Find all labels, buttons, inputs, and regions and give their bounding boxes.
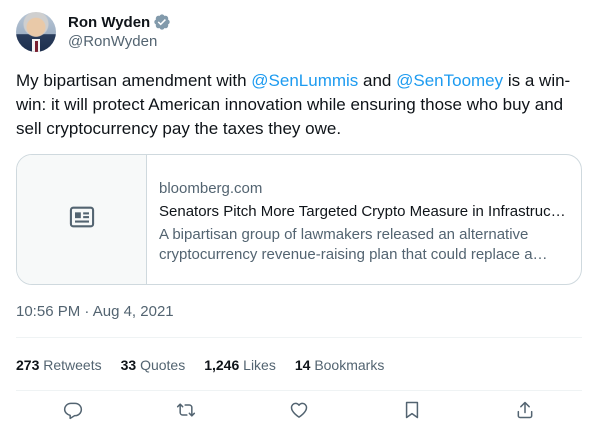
retweets-label: Retweets bbox=[43, 357, 102, 373]
reply-button[interactable] bbox=[62, 401, 84, 423]
article-icon bbox=[68, 203, 96, 236]
tweet-text-part: My bipartisan amendment with bbox=[16, 71, 252, 90]
bookmarks-label: Bookmarks bbox=[314, 357, 385, 373]
mention-link[interactable]: @SenToomey bbox=[396, 71, 503, 90]
tweet-text: My bipartisan amendment with @SenLummis … bbox=[16, 69, 582, 141]
tweet-text-part: and bbox=[358, 71, 397, 90]
likes-label: Likes bbox=[243, 357, 276, 373]
engagement-stats: 273 Retweets 33 Quotes 1,246 Likes 14 Bo… bbox=[16, 355, 403, 375]
avatar[interactable] bbox=[16, 12, 56, 52]
reply-icon bbox=[63, 400, 83, 425]
quotes-stat[interactable]: 33 Quotes bbox=[121, 355, 186, 375]
author-handle[interactable]: @RonWyden bbox=[68, 33, 157, 50]
retweet-button[interactable] bbox=[175, 401, 197, 423]
retweets-stat[interactable]: 273 Retweets bbox=[16, 355, 102, 375]
bookmark-icon bbox=[402, 400, 422, 425]
card-domain: bloomberg.com bbox=[159, 180, 263, 197]
mention-link[interactable]: @SenLummis bbox=[251, 71, 358, 90]
verified-badge-icon bbox=[153, 13, 171, 31]
timestamp-time[interactable]: 10:56 PM bbox=[16, 303, 80, 320]
retweet-icon bbox=[176, 400, 196, 425]
avatar-tie bbox=[34, 41, 38, 52]
bookmarks-stat[interactable]: 14 Bookmarks bbox=[295, 355, 385, 375]
tweet-timestamp: 10:56 PM · Aug 4, 2021 bbox=[16, 302, 174, 322]
divider bbox=[16, 390, 582, 391]
retweets-count: 273 bbox=[16, 357, 40, 373]
divider bbox=[16, 337, 582, 338]
likes-count: 1,246 bbox=[204, 357, 240, 373]
timestamp-date[interactable]: Aug 4, 2021 bbox=[93, 303, 174, 320]
timestamp-separator: · bbox=[80, 303, 93, 320]
like-icon bbox=[289, 400, 309, 425]
author-display-name[interactable]: Ron Wyden bbox=[68, 14, 150, 31]
like-button[interactable] bbox=[288, 401, 310, 423]
quotes-count: 33 bbox=[120, 357, 137, 373]
likes-stat[interactable]: 1,246 Likes bbox=[204, 355, 276, 375]
card-title: Senators Pitch More Targeted Crypto Meas… bbox=[159, 203, 569, 220]
bookmarks-count: 14 bbox=[294, 357, 311, 373]
quotes-label: Quotes bbox=[140, 357, 186, 373]
card-thumbnail bbox=[17, 155, 147, 284]
bookmark-button[interactable] bbox=[401, 401, 423, 423]
card-body: bloomberg.com Senators Pitch More Target… bbox=[147, 155, 581, 284]
share-icon bbox=[515, 400, 535, 425]
card-description: A bipartisan group of lawmakers released… bbox=[159, 226, 533, 263]
link-card[interactable]: bloomberg.com Senators Pitch More Target… bbox=[16, 154, 582, 285]
action-bar bbox=[16, 401, 582, 429]
author-name-row: Ron Wyden bbox=[68, 12, 171, 32]
share-button[interactable] bbox=[514, 401, 536, 423]
